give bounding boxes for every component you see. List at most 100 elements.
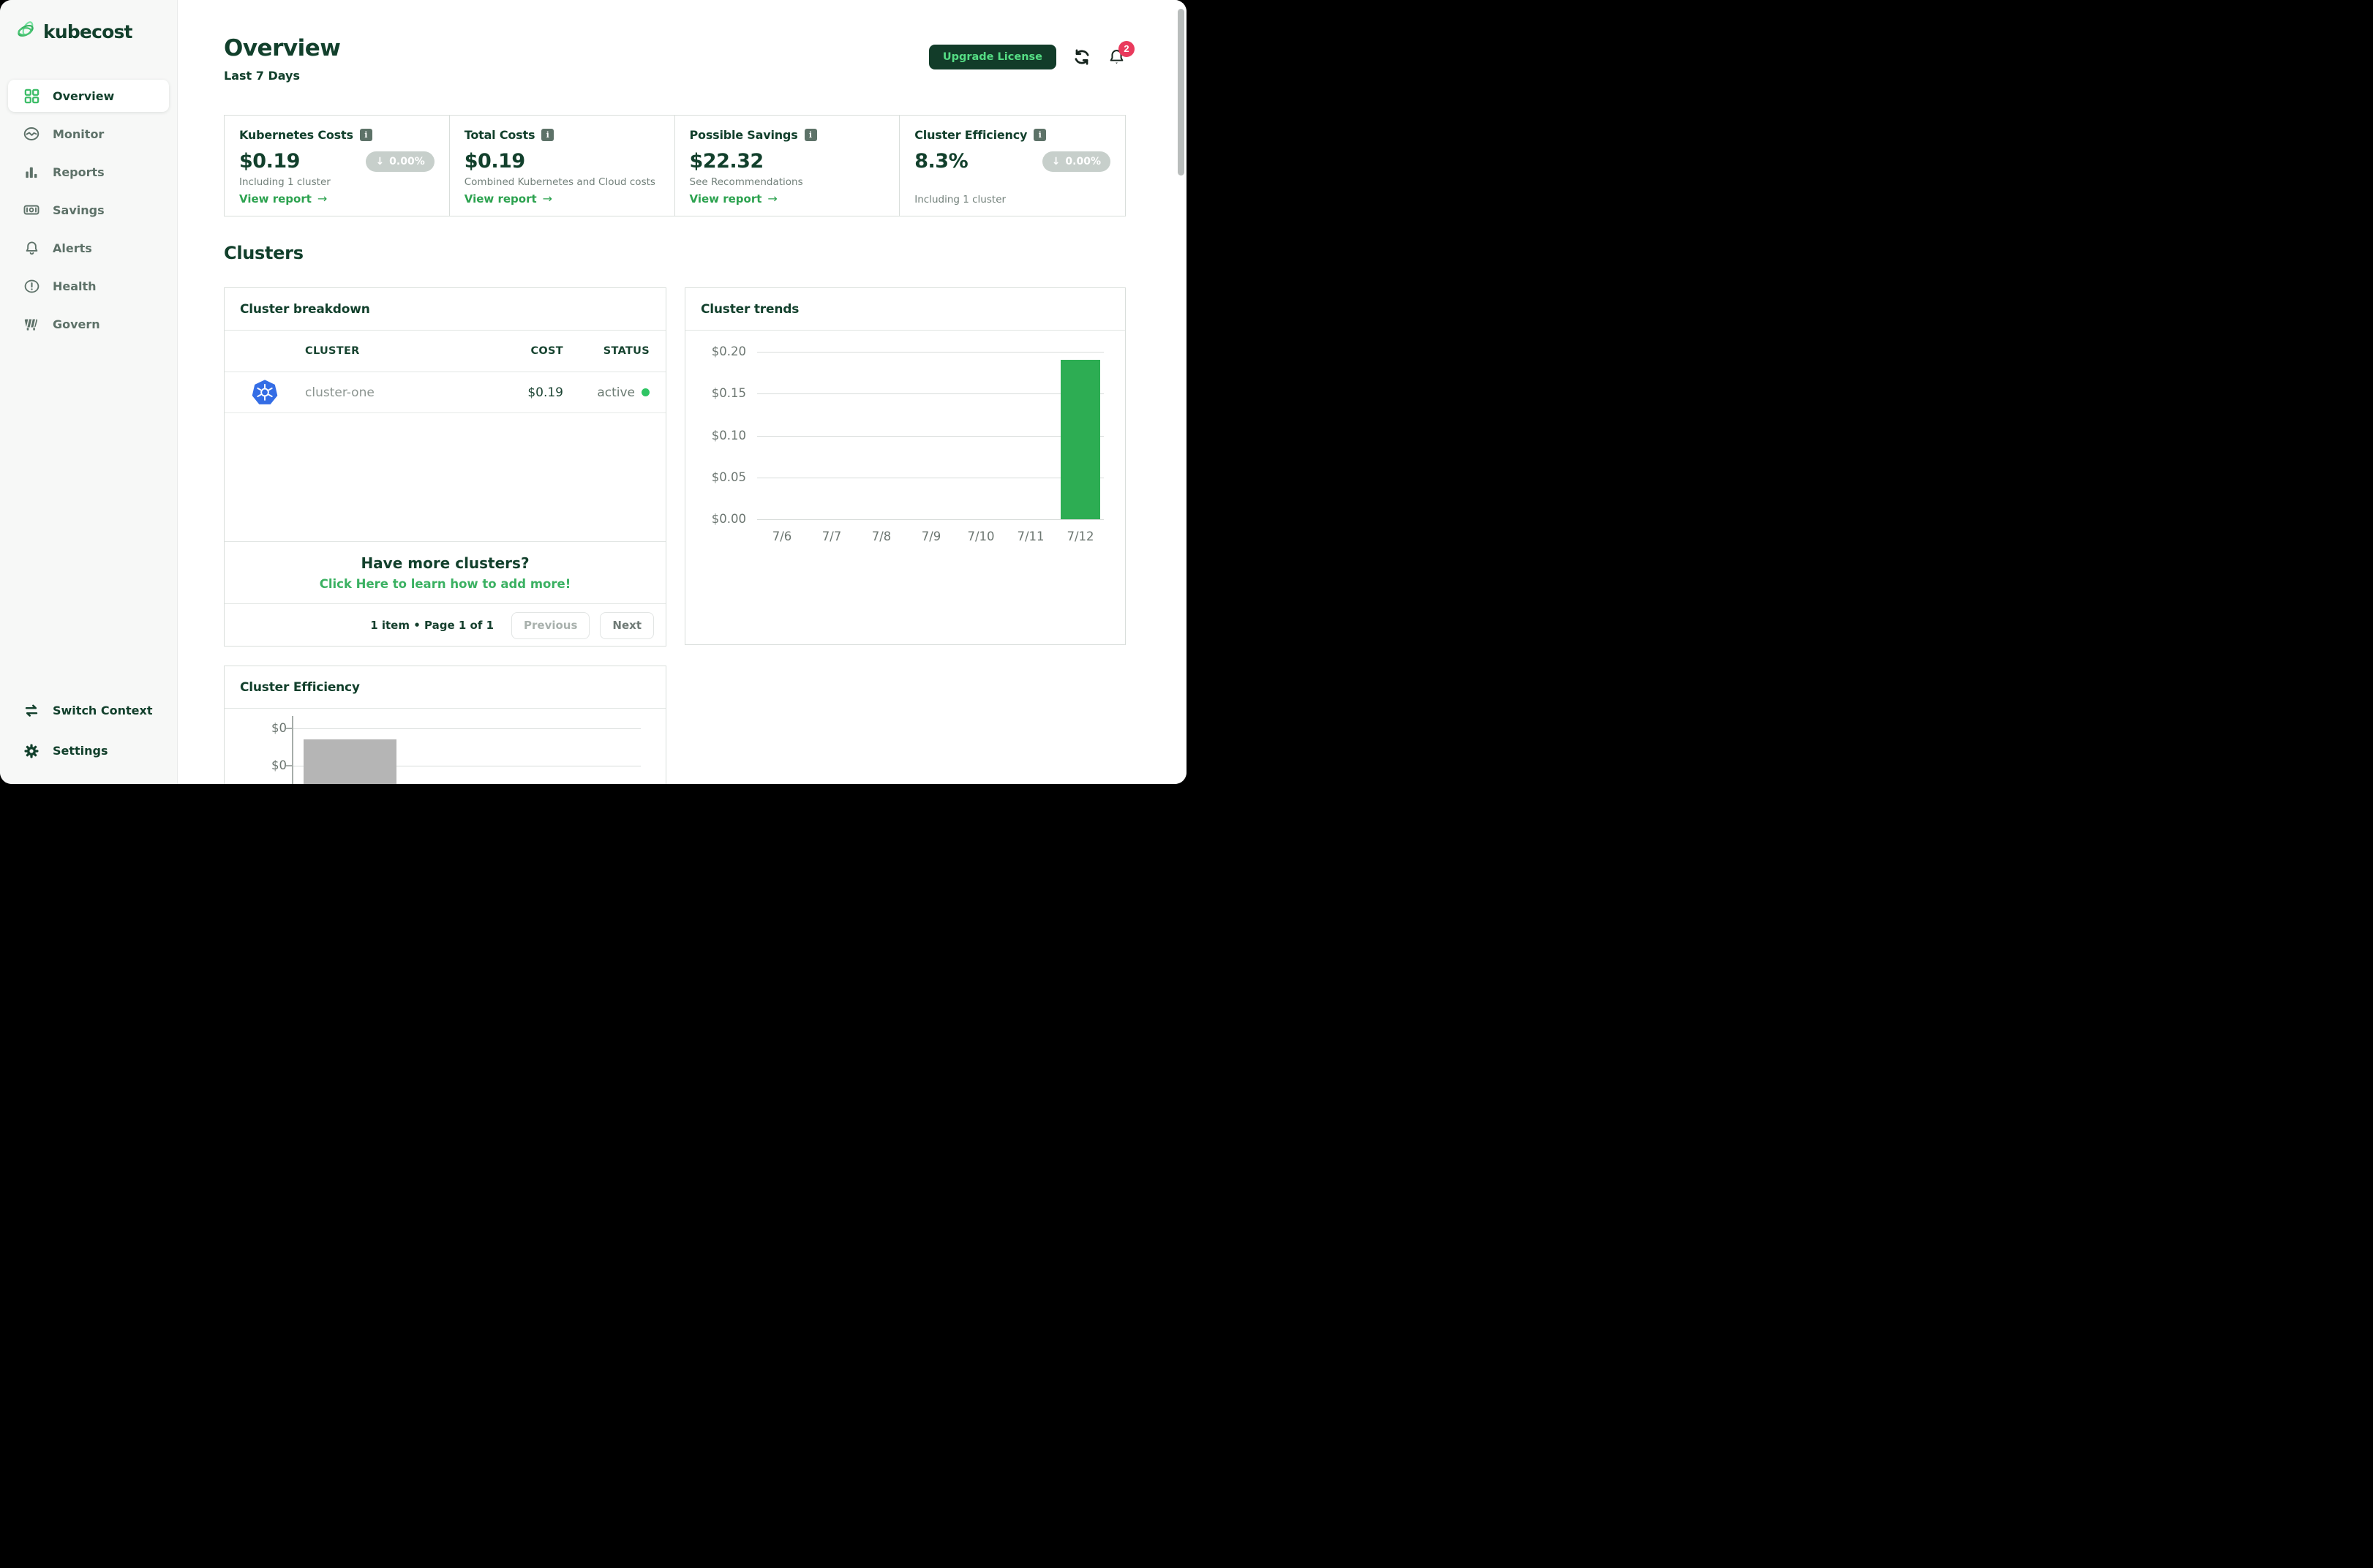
info-icon[interactable]: i bbox=[541, 129, 554, 141]
cluster-trends-title: Cluster trends bbox=[685, 288, 1125, 331]
sidebar-item-reports[interactable]: Reports bbox=[0, 153, 177, 191]
view-report-label: View report bbox=[464, 192, 537, 206]
view-report-link[interactable]: View report → bbox=[239, 192, 327, 206]
vertical-scrollbar-thumb[interactable] bbox=[1178, 9, 1184, 176]
monitor-pulse-icon bbox=[23, 125, 40, 143]
gridline bbox=[757, 352, 1104, 353]
cluster-breakdown-title: Cluster breakdown bbox=[225, 288, 666, 331]
status-active-dot-icon bbox=[642, 388, 650, 396]
axis-tick-mark bbox=[286, 765, 292, 766]
cluster-table-header: CLUSTER COST STATUS bbox=[225, 331, 666, 372]
sidebar-item-label: Reports bbox=[53, 165, 105, 179]
x-axis-tick: 7/6 bbox=[772, 529, 792, 543]
info-icon[interactable]: i bbox=[1034, 129, 1047, 141]
x-axis-tick: 7/12 bbox=[1067, 529, 1094, 543]
sidebar-item-label: Savings bbox=[53, 203, 105, 217]
bell-icon bbox=[23, 239, 40, 257]
stat-cards-row: Kubernetes Costs i $0.19 ↓ 0.00% Includi… bbox=[224, 115, 1126, 216]
gridline bbox=[757, 393, 1104, 394]
gear-icon bbox=[23, 742, 40, 760]
view-report-label: View report bbox=[239, 192, 312, 206]
efficiency-bar bbox=[304, 739, 396, 784]
x-axis-tick: 7/9 bbox=[921, 529, 941, 543]
kubecost-app: kubecost Overview Monitor Reports Saving… bbox=[0, 0, 1186, 784]
y-axis-tick: $0.00 bbox=[711, 512, 746, 526]
arrow-right-icon: → bbox=[767, 192, 778, 206]
cluster-efficiency-title: Cluster Efficiency bbox=[225, 666, 666, 709]
y-axis-tick: $0.05 bbox=[711, 470, 746, 484]
stat-card-value: $0.19 bbox=[239, 150, 300, 173]
cluster-status: active bbox=[563, 385, 666, 400]
switch-arrows-icon bbox=[23, 702, 40, 720]
sidebar-item-label: Alerts bbox=[53, 241, 92, 255]
cluster-table-row[interactable]: cluster-one $0.19 active bbox=[225, 372, 666, 413]
notification-count-badge: 2 bbox=[1118, 40, 1135, 57]
sidebar-item-health[interactable]: Health bbox=[0, 267, 177, 305]
stat-card-cluster-efficiency: Cluster Efficiency i 8.3% ↓ 0.00% Includ… bbox=[900, 116, 1125, 216]
pagination-info: 1 item • Page 1 of 1 bbox=[370, 619, 494, 632]
stat-card-kubernetes-costs: Kubernetes Costs i $0.19 ↓ 0.00% Includi… bbox=[225, 116, 450, 216]
column-header-cluster: CLUSTER bbox=[305, 345, 360, 357]
cluster-efficiency-chart: $0 $0 bbox=[225, 709, 666, 784]
stat-card-title: Cluster Efficiency bbox=[914, 128, 1028, 142]
sidebar-item-label: Health bbox=[53, 279, 97, 293]
y-axis-tick: $0.10 bbox=[711, 429, 746, 442]
gridline bbox=[757, 519, 1104, 520]
pagination-bar: 1 item • Page 1 of 1 Previous Next bbox=[225, 603, 666, 647]
settings-button[interactable]: Settings bbox=[0, 731, 177, 771]
x-axis-tick: 7/8 bbox=[871, 529, 892, 543]
notifications-button[interactable]: 2 bbox=[1107, 40, 1135, 67]
sidebar-item-savings[interactable]: Savings bbox=[0, 191, 177, 229]
cluster-trends-chart: $0.20 $0.15 $0.10 $0.05 $0.00 7/6 7/7 7/… bbox=[685, 331, 1125, 645]
kubecost-logo-mark-icon bbox=[16, 19, 38, 44]
header-actions: Upgrade License 2 bbox=[928, 40, 1135, 69]
y-axis-tick: $0 bbox=[271, 721, 287, 735]
stat-card-value: $22.32 bbox=[689, 150, 764, 173]
x-axis-tick: 7/7 bbox=[821, 529, 842, 543]
view-report-link[interactable]: View report → bbox=[690, 192, 778, 206]
view-report-link[interactable]: View report → bbox=[465, 192, 552, 206]
gridline bbox=[757, 436, 1104, 437]
cluster-breakdown-panel: Cluster breakdown CLUSTER COST STATUS cl… bbox=[224, 287, 666, 647]
upgrade-license-button[interactable]: Upgrade License bbox=[928, 45, 1056, 69]
arrow-down-icon: ↓ bbox=[1051, 155, 1061, 167]
refresh-button[interactable] bbox=[1072, 48, 1091, 67]
more-clusters-question: Have more clusters? bbox=[361, 554, 530, 572]
sidebar: kubecost Overview Monitor Reports Saving… bbox=[0, 0, 178, 784]
sidebar-item-monitor[interactable]: Monitor bbox=[0, 115, 177, 153]
arrow-right-icon: → bbox=[317, 192, 328, 206]
column-header-cost: COST bbox=[530, 345, 563, 357]
delta-value: 0.00% bbox=[1065, 155, 1101, 167]
sidebar-item-alerts[interactable]: Alerts bbox=[0, 229, 177, 267]
x-axis-tick: 7/11 bbox=[1017, 529, 1045, 543]
arrow-down-icon: ↓ bbox=[375, 155, 385, 167]
axis-tick-mark bbox=[286, 728, 292, 729]
settings-label: Settings bbox=[53, 744, 108, 758]
info-icon[interactable]: i bbox=[804, 129, 817, 141]
stat-card-possible-savings: Possible Savings i $22.32 See Recommenda… bbox=[675, 116, 900, 216]
page-title: Overview bbox=[224, 35, 341, 61]
sidebar-nav: Overview Monitor Reports Savings Alerts … bbox=[0, 77, 177, 343]
banknote-icon bbox=[23, 201, 40, 219]
y-axis-line bbox=[292, 716, 293, 784]
sidebar-item-label: Govern bbox=[53, 317, 100, 331]
kubecost-logo[interactable]: kubecost bbox=[16, 19, 133, 44]
stat-card-total-costs: Total Costs i $0.19 Combined Kubernetes … bbox=[450, 116, 675, 216]
switch-context-label: Switch Context bbox=[53, 704, 153, 717]
cluster-status-label: active bbox=[597, 385, 635, 400]
switch-context-button[interactable]: Switch Context bbox=[0, 690, 177, 731]
previous-page-button[interactable]: Previous bbox=[511, 611, 590, 639]
kubecost-logo-text: kubecost bbox=[43, 20, 133, 42]
stat-card-note: See Recommendations bbox=[689, 176, 803, 188]
x-axis-tick: 7/10 bbox=[967, 529, 995, 543]
info-icon[interactable]: i bbox=[359, 129, 372, 141]
add-clusters-link[interactable]: Click Here to learn how to add more! bbox=[320, 577, 571, 591]
sidebar-item-govern[interactable]: Govern bbox=[0, 305, 177, 343]
sidebar-item-label: Overview bbox=[53, 88, 115, 103]
next-page-button[interactable]: Next bbox=[600, 611, 654, 639]
sidebar-item-overview[interactable]: Overview bbox=[8, 80, 169, 112]
kubernetes-icon bbox=[225, 379, 305, 406]
gridline bbox=[292, 728, 641, 729]
sidebar-footer: Switch Context Settings bbox=[0, 690, 177, 771]
stat-card-value: 8.3% bbox=[914, 150, 969, 173]
